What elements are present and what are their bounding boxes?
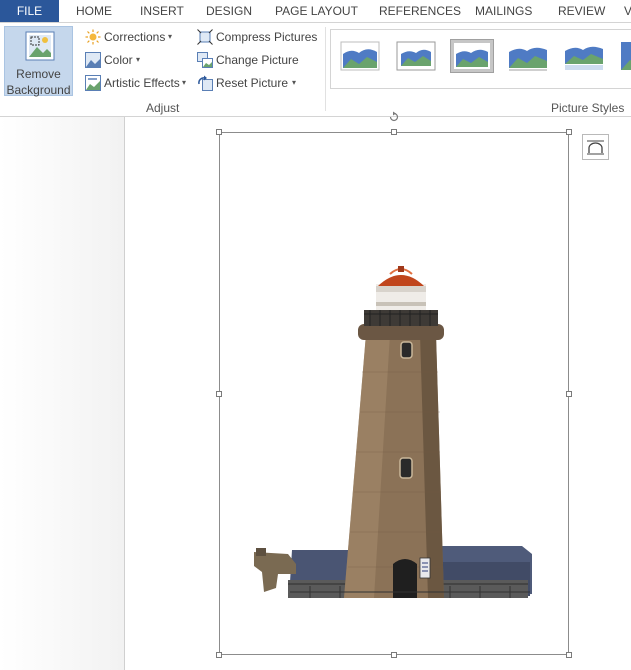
resize-handle-bottom[interactable] xyxy=(391,652,397,658)
artistic-effects-icon xyxy=(85,75,101,91)
tab-mailings[interactable]: MAILINGS xyxy=(475,0,532,22)
compress-pictures-icon xyxy=(197,29,213,45)
ribbon-tab-bar: FILE HOME INSERT DESIGN PAGE LAYOUT REFE… xyxy=(0,0,631,23)
picture-styles-group-label: Picture Styles xyxy=(551,101,625,115)
tab-design[interactable]: DESIGN xyxy=(206,0,252,22)
picture-styles-gallery[interactable] xyxy=(330,29,631,89)
resize-handle-top-left[interactable] xyxy=(216,129,222,135)
picture-style-thumbnail[interactable] xyxy=(507,40,549,72)
corrections-dropdown-icon: ▾ xyxy=(168,32,173,41)
color-dropdown-icon: ▾ xyxy=(136,55,141,64)
group-separator xyxy=(325,27,326,111)
picture-style-thumbnail[interactable] xyxy=(619,40,631,72)
document-left-margin xyxy=(0,117,125,670)
color-picture-icon xyxy=(85,52,101,68)
tab-review[interactable]: REVIEW xyxy=(558,0,605,22)
tab-page-layout[interactable]: PAGE LAYOUT xyxy=(275,0,358,22)
rotate-handle-icon[interactable] xyxy=(388,111,400,123)
resize-handle-left[interactable] xyxy=(216,391,222,397)
artistic-effects-label: Artistic Effects xyxy=(104,76,180,90)
reset-picture-icon xyxy=(198,75,213,91)
tab-view[interactable]: V xyxy=(624,0,631,22)
remove-background-label-2: Background xyxy=(6,83,71,97)
resize-handle-bottom-right[interactable] xyxy=(566,652,572,658)
reset-picture-dropdown-icon: ▾ xyxy=(292,78,297,87)
resize-handle-top[interactable] xyxy=(391,129,397,135)
ribbon-picture-format: Remove Background Corrections ▾ Color ▾ xyxy=(0,23,631,117)
remove-background-icon xyxy=(25,31,55,61)
resize-handle-bottom-left[interactable] xyxy=(216,652,222,658)
change-picture-button[interactable]: Change Picture xyxy=(197,50,307,70)
corrections-button[interactable]: Corrections ▾ xyxy=(85,27,185,47)
layout-options-icon xyxy=(587,140,604,155)
tab-insert[interactable]: INSERT xyxy=(140,0,184,22)
sun-icon xyxy=(85,29,101,45)
change-picture-icon xyxy=(197,52,213,68)
tab-references[interactable]: REFERENCES xyxy=(379,0,461,22)
layout-options-button[interactable] xyxy=(582,134,609,160)
tab-home[interactable]: HOME xyxy=(76,0,112,22)
picture-style-thumbnail-selected[interactable] xyxy=(450,39,494,73)
color-label: Color xyxy=(104,53,133,67)
reset-picture-label: Reset Picture xyxy=(216,76,289,90)
remove-background-label-1: Remove xyxy=(16,67,61,81)
picture-style-thumbnail[interactable] xyxy=(339,40,381,72)
change-picture-label: Change Picture xyxy=(216,53,299,67)
color-button[interactable]: Color ▾ xyxy=(85,50,145,70)
compress-pictures-label: Compress Pictures xyxy=(216,30,318,44)
compress-pictures-button[interactable]: Compress Pictures xyxy=(197,27,319,47)
lighthouse-image[interactable] xyxy=(250,262,540,607)
tab-file[interactable]: FILE xyxy=(0,0,59,22)
artistic-effects-button[interactable]: Artistic Effects ▾ xyxy=(85,73,195,93)
picture-style-thumbnail[interactable] xyxy=(563,40,605,72)
remove-background-button[interactable]: Remove Background xyxy=(4,26,73,97)
resize-handle-right[interactable] xyxy=(566,391,572,397)
picture-style-thumbnail[interactable] xyxy=(395,40,437,72)
artistic-effects-dropdown-icon: ▾ xyxy=(182,78,187,87)
corrections-label: Corrections xyxy=(104,30,166,44)
adjust-group-label: Adjust xyxy=(146,101,180,115)
reset-picture-button[interactable]: Reset Picture ▾ xyxy=(197,73,307,93)
resize-handle-top-right[interactable] xyxy=(566,129,572,135)
